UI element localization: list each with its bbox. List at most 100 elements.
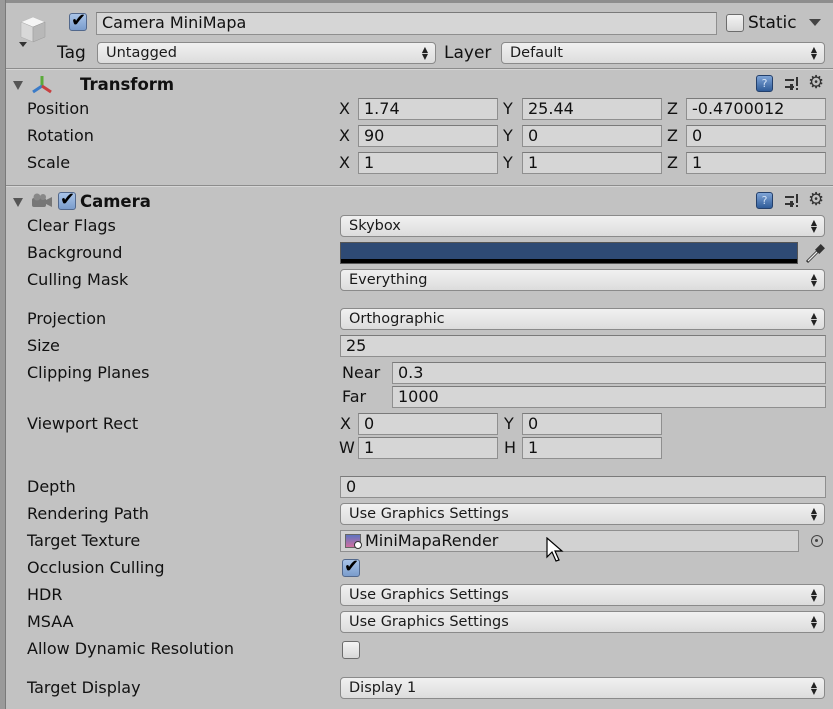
alpha-bar xyxy=(341,259,797,263)
culling-mask-dropdown[interactable]: Everything ▲ ▼ xyxy=(340,269,825,291)
occlusion-culling-checkbox[interactable]: ✔ xyxy=(342,557,360,577)
axis-y-label[interactable]: Y xyxy=(503,153,513,173)
axis-y-label[interactable]: Y xyxy=(503,126,513,146)
viewport-h-field[interactable]: 1 xyxy=(522,437,662,459)
help-book-icon[interactable]: ? xyxy=(756,75,773,92)
occlusion-culling-label: Occlusion Culling xyxy=(27,558,165,577)
viewport-w-label[interactable]: W xyxy=(339,438,355,458)
tag-dropdown[interactable]: Untagged ▲ ▼ xyxy=(97,42,436,64)
camera-enabled-checkbox[interactable]: ✔ xyxy=(58,189,76,210)
checkmark-icon: ✔ xyxy=(60,189,76,210)
target-display-value: Display 1 xyxy=(349,680,417,696)
rendering-path-dropdown[interactable]: Use Graphics Settings ▲ ▼ xyxy=(340,503,825,525)
viewport-w-field[interactable]: 1 xyxy=(358,437,498,459)
axis-z-label[interactable]: Z xyxy=(667,153,678,173)
rotation-label: Rotation xyxy=(27,126,94,145)
separator xyxy=(6,68,833,70)
presets-icon[interactable] xyxy=(784,76,800,92)
scale-y-field[interactable]: 1 xyxy=(522,152,662,174)
viewport-y-field[interactable]: 0 xyxy=(522,413,662,435)
dropdown-arrows-icon: ▲ ▼ xyxy=(810,680,817,696)
eyedropper-icon[interactable] xyxy=(803,242,827,266)
scale-z-field[interactable]: 1 xyxy=(686,152,826,174)
object-picker-icon[interactable] xyxy=(811,535,823,547)
scale-label: Scale xyxy=(27,153,71,172)
tag-label: Tag xyxy=(57,43,86,63)
transform-foldout-icon[interactable] xyxy=(13,81,23,90)
msaa-dropdown[interactable]: Use Graphics Settings ▲ ▼ xyxy=(340,611,825,633)
size-label: Size xyxy=(27,336,60,355)
viewport-x-label[interactable]: X xyxy=(340,414,351,434)
dynamic-resolution-checkbox[interactable] xyxy=(342,641,360,659)
position-y-field[interactable]: 25.44 xyxy=(522,98,662,120)
clear-flags-value: Skybox xyxy=(349,218,401,234)
viewport-h-label[interactable]: H xyxy=(504,438,516,458)
culling-mask-value: Everything xyxy=(349,272,428,288)
hdr-label: HDR xyxy=(27,585,63,604)
near-label[interactable]: Near xyxy=(342,363,380,383)
depth-label: Depth xyxy=(27,477,76,496)
position-x-field[interactable]: 1.74 xyxy=(358,98,498,120)
rotation-x-field[interactable]: 90 xyxy=(358,125,498,147)
msaa-label: MSAA xyxy=(27,612,74,631)
viewport-y-label[interactable]: Y xyxy=(504,414,514,434)
static-label: Static xyxy=(748,13,797,33)
help-book-icon[interactable]: ? xyxy=(756,192,773,209)
position-z-field[interactable]: -0.4700012 xyxy=(686,98,826,120)
size-field[interactable]: 25 xyxy=(340,335,826,357)
axis-z-label[interactable]: Z xyxy=(667,126,678,146)
target-texture-label: Target Texture xyxy=(27,531,141,550)
checkmark-icon: ✔ xyxy=(71,10,87,31)
background-label: Background xyxy=(27,243,123,262)
layer-dropdown[interactable]: Default ▲ ▼ xyxy=(501,42,825,64)
target-display-label: Target Display xyxy=(27,678,141,697)
gear-icon[interactable]: ⚙ xyxy=(808,191,824,209)
viewport-x-field[interactable]: 0 xyxy=(358,413,498,435)
projection-dropdown[interactable]: Orthographic ▲ ▼ xyxy=(340,308,825,330)
axis-x-label[interactable]: X xyxy=(339,126,350,146)
scale-x-field[interactable]: 1 xyxy=(358,152,498,174)
camera-component-icon xyxy=(32,193,52,207)
tag-value: Untagged xyxy=(106,45,177,61)
static-checkbox[interactable] xyxy=(726,14,744,32)
hdr-dropdown[interactable]: Use Graphics Settings ▲ ▼ xyxy=(340,584,825,606)
panel-top-border xyxy=(0,0,833,3)
dropdown-arrows-icon: ▲ ▼ xyxy=(810,45,817,61)
rotation-y-field[interactable]: 0 xyxy=(522,125,662,147)
object-name-field[interactable]: Camera MiniMapa xyxy=(96,12,717,35)
gameobject-cube-icon[interactable] xyxy=(15,12,51,48)
active-checkbox[interactable]: ✔ xyxy=(69,10,87,31)
background-color-field[interactable] xyxy=(340,242,798,264)
transform-axes-icon xyxy=(32,76,52,94)
camera-title: Camera xyxy=(80,192,151,211)
target-texture-value: MiniMapaRender xyxy=(365,531,499,550)
culling-mask-label: Culling Mask xyxy=(27,270,129,289)
far-field[interactable]: 1000 xyxy=(392,386,826,408)
static-dropdown-arrow-icon[interactable] xyxy=(808,18,822,28)
axis-x-label[interactable]: X xyxy=(339,99,350,119)
target-texture-field[interactable]: MiniMapaRender xyxy=(340,530,799,552)
rotation-z-field[interactable]: 0 xyxy=(686,125,826,147)
render-texture-eye-icon xyxy=(354,541,362,549)
far-label[interactable]: Far xyxy=(342,387,366,407)
mouse-cursor-icon xyxy=(546,537,564,562)
depth-field[interactable]: 0 xyxy=(340,476,826,498)
msaa-value: Use Graphics Settings xyxy=(349,614,509,630)
presets-icon[interactable] xyxy=(784,193,800,209)
dropdown-arrows-icon: ▲ ▼ xyxy=(810,311,817,327)
projection-label: Projection xyxy=(27,309,107,328)
axis-z-label[interactable]: Z xyxy=(667,99,678,119)
gear-icon[interactable]: ⚙ xyxy=(808,74,824,92)
axis-x-label[interactable]: X xyxy=(339,153,350,173)
near-field[interactable]: 0.3 xyxy=(392,362,826,384)
projection-value: Orthographic xyxy=(349,311,445,327)
separator xyxy=(6,185,833,187)
position-label: Position xyxy=(27,99,90,118)
target-display-dropdown[interactable]: Display 1 ▲ ▼ xyxy=(340,677,825,699)
dropdown-arrows-icon: ▲ ▼ xyxy=(810,218,817,234)
camera-foldout-icon[interactable] xyxy=(13,198,23,207)
clear-flags-dropdown[interactable]: Skybox ▲ ▼ xyxy=(340,215,825,237)
dropdown-arrows-icon: ▲ ▼ xyxy=(810,506,817,522)
dropdown-arrows-icon: ▲ ▼ xyxy=(810,587,817,603)
axis-y-label[interactable]: Y xyxy=(503,99,513,119)
